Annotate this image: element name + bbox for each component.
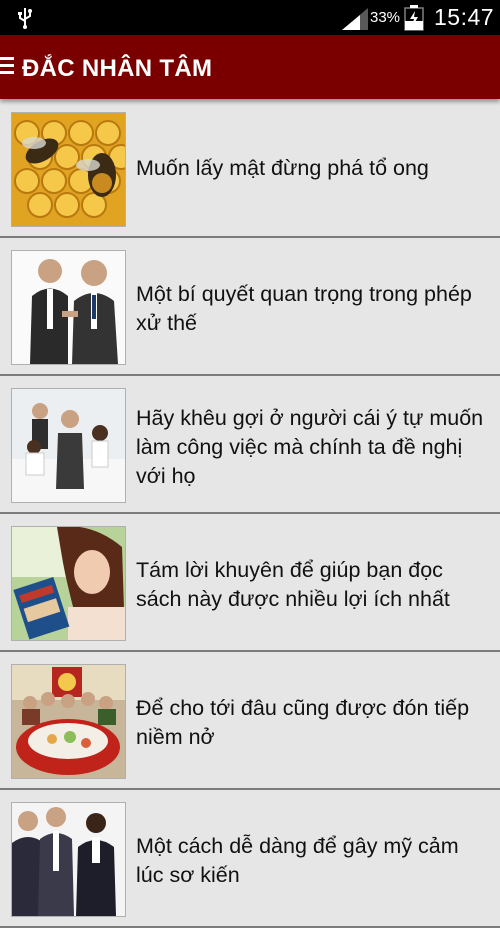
article-title: Một bí quyết quan trọng trong phép xử th… <box>136 282 472 335</box>
clock: 15:47 <box>434 4 495 30</box>
hamburger-menu-icon[interactable] <box>0 57 14 77</box>
battery-icon <box>404 5 424 31</box>
woman-reading-book-image <box>11 526 126 641</box>
list-item[interactable]: Một cách dễ dàng để gây mỹ cảm lúc sơ ki… <box>0 790 500 928</box>
list-item[interactable]: Muốn lấy mật đừng phá tổ ong <box>0 100 500 238</box>
article-title: Hãy khêu gợi ở người cái ý tự muốn làm c… <box>136 406 484 488</box>
list-item[interactable]: Hãy khêu gợi ở người cái ý tự muốn làm c… <box>0 376 500 514</box>
list-item[interactable]: Một bí quyết quan trọng trong phép xử th… <box>0 238 500 376</box>
app-bar: ĐẮC NHÂN TÂM <box>0 35 500 99</box>
family-dinner-table-image <box>11 664 126 779</box>
businessmen-arguing-image <box>11 250 126 365</box>
article-title: Để cho tới đâu cũng được đón tiếp niềm n… <box>136 696 470 749</box>
signal-icon <box>342 8 368 30</box>
app-title: ĐẮC NHÂN TÂM <box>22 55 213 82</box>
status-bar: 33% 15:47 <box>0 0 500 35</box>
list-item[interactable]: Tám lời khuyên để giúp bạn đọc sách này … <box>0 514 500 652</box>
business-people-meeting-image <box>11 802 126 917</box>
honeycomb-bees-image <box>11 112 126 227</box>
list-item[interactable]: Để cho tới đâu cũng được đón tiếp niềm n… <box>0 652 500 790</box>
usb-icon <box>18 8 32 29</box>
article-title: Tám lời khuyên để giúp bạn đọc sách này … <box>136 558 450 611</box>
battery-percent: 33% <box>370 9 401 26</box>
article-title: Một cách dễ dàng để gây mỹ cảm lúc sơ ki… <box>136 834 459 887</box>
article-title: Muốn lấy mật đừng phá tổ ong <box>136 156 429 180</box>
article-list: Muốn lấy mật đừng phá tổ ong Một bí quyế… <box>0 100 500 928</box>
office-meeting-image <box>11 388 126 503</box>
